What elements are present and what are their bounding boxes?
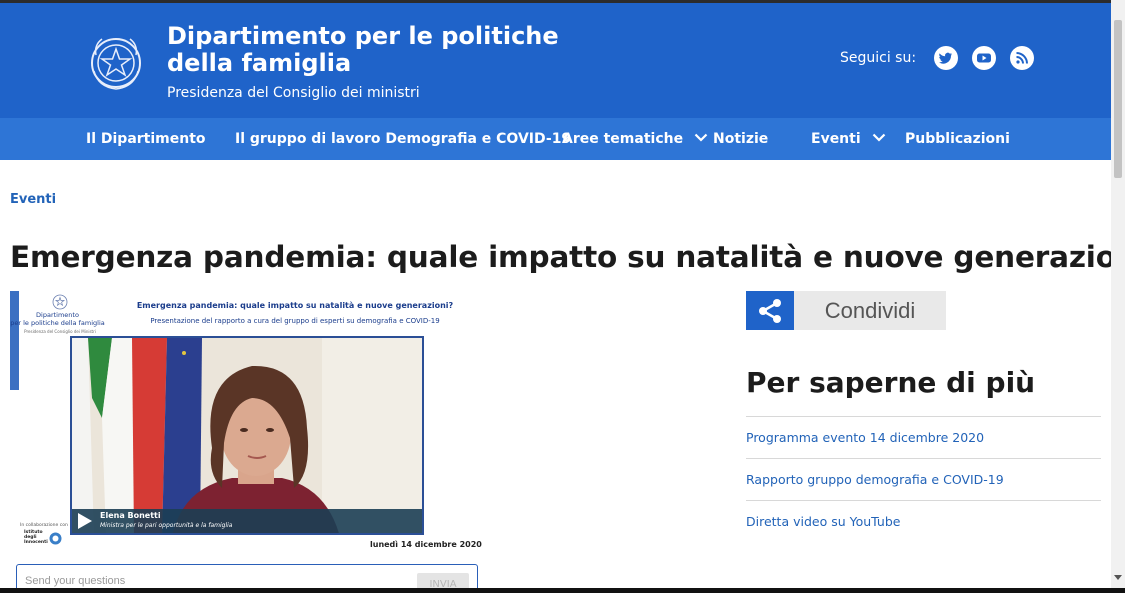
site-title[interactable]: Dipartimento per le politiche della fami… [167, 23, 559, 77]
page-title: Emergenza pandemia: quale impatto su nat… [10, 240, 1125, 274]
nav-item-label: Pubblicazioni [905, 131, 1010, 147]
partner-logo: Istituto degli Innocenti [24, 530, 48, 545]
video-player[interactable]: Dipartimento per le politiche della fami… [10, 291, 484, 559]
youtube-icon[interactable] [972, 46, 997, 70]
more-info-title: Per saperne di più [746, 366, 1036, 399]
link-diretta-youtube[interactable]: Diretta video su YouTube [746, 500, 1101, 542]
link-rapporto-gruppo[interactable]: Rapporto gruppo demografia e COVID-19 [746, 458, 1101, 500]
nav-item-label: Eventi [811, 131, 861, 147]
nav-item-label: Il gruppo di lavoro Demografia e COVID-1… [235, 131, 572, 147]
video-dept-name: Dipartimento per le politiche della fami… [10, 311, 105, 327]
scrollbar-thumb[interactable] [1114, 20, 1122, 178]
twitter-icon[interactable] [934, 46, 959, 70]
page-scrollbar[interactable] [1111, 0, 1125, 593]
social-label: Seguici su: [840, 50, 917, 66]
play-icon[interactable] [78, 513, 92, 529]
scroll-down-arrow-icon[interactable] [1114, 575, 1122, 580]
video-title: Emergenza pandemia: quale impatto su nat… [136, 301, 454, 310]
related-links: Programma evento 14 dicembre 2020 Rappor… [746, 416, 1101, 542]
site-title-line1: Dipartimento per le politiche [167, 22, 559, 50]
republic-emblem-icon [52, 294, 68, 310]
social-links: Seguici su: [840, 46, 1048, 70]
collab-label: In collaborazione con [20, 523, 68, 528]
site-header: Dipartimento per le politiche della fami… [0, 3, 1111, 118]
video-frame[interactable]: Elena Bonetti Ministra per le pari oppor… [70, 336, 424, 535]
share-button[interactable]: Condividi [746, 291, 946, 330]
chevron-down-icon [872, 133, 885, 142]
site-title-line2: della famiglia [167, 49, 352, 77]
partner-line3: Innocenti [24, 540, 48, 545]
nav-item-label: Notizie [713, 131, 769, 147]
speaker-name: Elena Bonetti [100, 511, 161, 520]
speaker-name-bar: Elena Bonetti Ministra per le pari oppor… [72, 509, 422, 533]
site-subtitle: Presidenza del Consiglio dei ministri [167, 85, 420, 101]
nav-item-pubblicazioni[interactable]: Pubblicazioni [905, 118, 1010, 160]
link-programma-evento[interactable]: Programma evento 14 dicembre 2020 [746, 416, 1101, 458]
republic-emblem-icon[interactable] [88, 31, 144, 95]
video-date: lunedì 14 dicembre 2020 [370, 540, 482, 549]
video-side-bar [10, 291, 19, 390]
speaker-video-image [72, 338, 422, 533]
nav-item-label: Aree tematiche [562, 131, 684, 147]
main-nav: Il Dipartimento Il gruppo di lavoro Demo… [0, 118, 1111, 160]
share-label: Condividi [824, 298, 916, 323]
bottom-border [0, 588, 1125, 593]
rss-icon[interactable] [1010, 46, 1035, 70]
nav-item-aree-tematiche[interactable]: Aree tematiche [562, 118, 708, 160]
partner-logo-icon [49, 532, 62, 545]
nav-item-dipartimento[interactable]: Il Dipartimento [86, 118, 206, 160]
share-icon [759, 298, 781, 323]
video-subtitle: Presentazione del rapporto a cura del gr… [150, 317, 440, 325]
nav-item-notizie[interactable]: Notizie [713, 118, 768, 160]
video-dept-line2: per le politiche della famiglia [10, 318, 105, 327]
nav-item-eventi[interactable]: Eventi [811, 118, 886, 160]
breadcrumb[interactable]: Eventi [10, 192, 56, 207]
chevron-down-icon [694, 133, 708, 142]
question-input[interactable] [25, 575, 405, 587]
speaker-role: Ministra per le pari opportunità e la fa… [100, 522, 233, 529]
video-dept-sub: Presidenza del Consiglio dei Ministri [24, 329, 96, 334]
nav-item-gruppo-lavoro[interactable]: Il gruppo di lavoro Demografia e COVID-1… [235, 118, 571, 160]
nav-item-label: Il Dipartimento [86, 131, 206, 147]
share-icon-box [746, 291, 794, 330]
